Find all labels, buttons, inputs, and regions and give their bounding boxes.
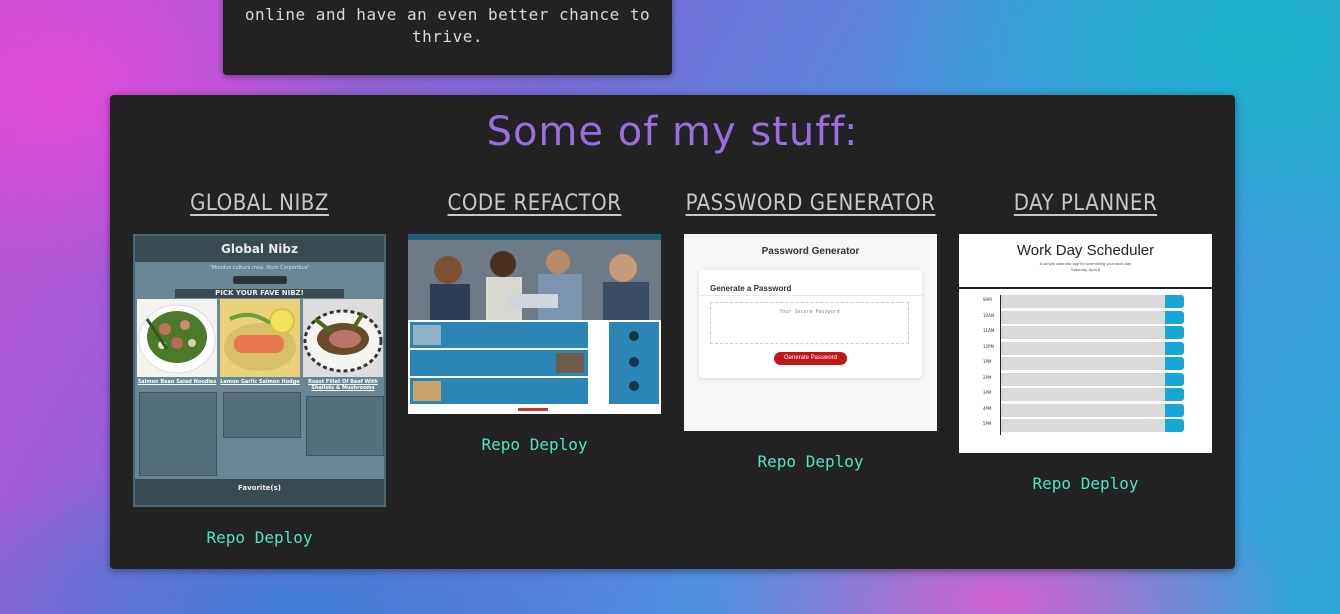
thumb-hour-label: 12PM [983, 343, 994, 349]
project-links: Repo Deploy [133, 528, 386, 547]
thumb-tagline: "Mundus cultura mea. Illum Corporibus" [209, 265, 310, 271]
thumb-subtitle: A simple calendar app for scheduling you… [1039, 261, 1132, 266]
intro-text-line1: online and have an even better chance to [244, 5, 651, 24]
thumb-hour-row [1001, 310, 1165, 325]
thumb-card: Generate a Password Your Secure Password… [699, 270, 922, 378]
thumb-card-title: Generate a Password [710, 284, 792, 293]
thumb-hour-label: 3PM [983, 390, 992, 395]
save-icon [1165, 310, 1184, 324]
divider [699, 295, 922, 296]
thumb-hour-row [1001, 357, 1165, 371]
save-icon [1165, 295, 1184, 308]
thumb-hour-row [1001, 403, 1165, 418]
thumb-column [139, 392, 217, 476]
food-image-salmon [220, 299, 300, 377]
thumb-hour-row [1001, 295, 1165, 309]
intro-card: online and have an even better chance to… [223, 0, 672, 75]
thumb-hour-row [1001, 341, 1165, 356]
project-title[interactable]: Day Planner [959, 191, 1212, 216]
thumb-item-label: Salmon Bean Salad Noodles [137, 379, 217, 385]
thumb-item-label: Roast Fillet Of Beef With Shallots & Mus… [308, 379, 378, 391]
thumb-hour-label: 2PM [983, 374, 992, 380]
project-screenshot[interactable]: Global Nibz "Mundus cultura mea. Illum C… [133, 234, 386, 507]
thumb-button [233, 276, 287, 284]
thumb-hour-label: 5PM [983, 421, 992, 426]
thumb-password-box: Your Secure Password [710, 302, 909, 344]
thumb-footer: Favorite(s) [135, 479, 384, 505]
repo-link[interactable]: Repo [1033, 474, 1072, 493]
deploy-link[interactable]: Deploy [530, 435, 588, 454]
repo-link[interactable]: Repo [207, 528, 246, 547]
food-image-beef [303, 299, 383, 377]
projects-section: Some of my stuff: Global Nibz Global Nib… [110, 95, 1235, 569]
project-links: Repo Deploy [684, 452, 937, 471]
save-icon [1165, 419, 1184, 432]
thumb-header: Global Nibz [135, 236, 384, 262]
deploy-link[interactable]: Deploy [255, 528, 313, 547]
save-icon [1165, 357, 1184, 370]
save-icon [1165, 326, 1184, 339]
project-links: Repo Deploy [408, 435, 661, 454]
deploy-link[interactable]: Deploy [806, 452, 864, 471]
thumb-generate-button: Generate Password [774, 352, 847, 365]
thumb-hour-label: 1PM [983, 359, 992, 364]
save-icon [1165, 372, 1184, 386]
thumb-hour-row [1001, 372, 1165, 387]
thumb-date: Saturday, April 8 [1070, 267, 1101, 272]
project-screenshot[interactable] [408, 234, 661, 414]
project-screenshot[interactable]: Password Generator Generate a Password Y… [684, 234, 937, 431]
thumb-hour-label: 10AM [983, 312, 995, 318]
thumb-item-label: Lemon Garlic Salmon Hodge [220, 379, 300, 385]
repo-link[interactable]: Repo [482, 435, 521, 454]
project-links: Repo Deploy [959, 474, 1212, 493]
project-screenshot[interactable]: Work Day Scheduler A simple calendar app… [959, 234, 1212, 453]
thumb-hour-row [1001, 326, 1165, 340]
thumb-hour-row [1001, 419, 1165, 433]
section-title: Some of my stuff: [486, 109, 859, 155]
save-icon [1165, 388, 1184, 401]
save-icon [1165, 403, 1184, 417]
thumb-hour-label: 9AM [983, 297, 992, 302]
thumb-header: Work Day Scheduler [1016, 242, 1155, 259]
deploy-link[interactable]: Deploy [1081, 474, 1139, 493]
thumb-hour-row [1001, 388, 1165, 402]
save-icon [1165, 341, 1184, 355]
project-title[interactable]: Password Generator [684, 191, 937, 216]
thumb-header: Password Generator [761, 246, 860, 257]
thumb-hour-label: 4PM [983, 405, 992, 411]
intro-text-line2: thrive. [412, 27, 483, 46]
repo-link[interactable]: Repo [758, 452, 797, 471]
project-title[interactable]: Global Nibz [133, 191, 386, 216]
thumb-pick-label: PICK YOUR FAVE NIBZ! [175, 289, 344, 298]
food-image-salad [137, 299, 217, 377]
project-title[interactable]: Code Refactor [408, 191, 661, 216]
divider [959, 287, 1212, 289]
refactor-thumb [408, 234, 661, 414]
thumb-column [306, 396, 384, 456]
thumb-column [223, 392, 301, 438]
thumb-hour-label: 11AM [983, 328, 995, 333]
